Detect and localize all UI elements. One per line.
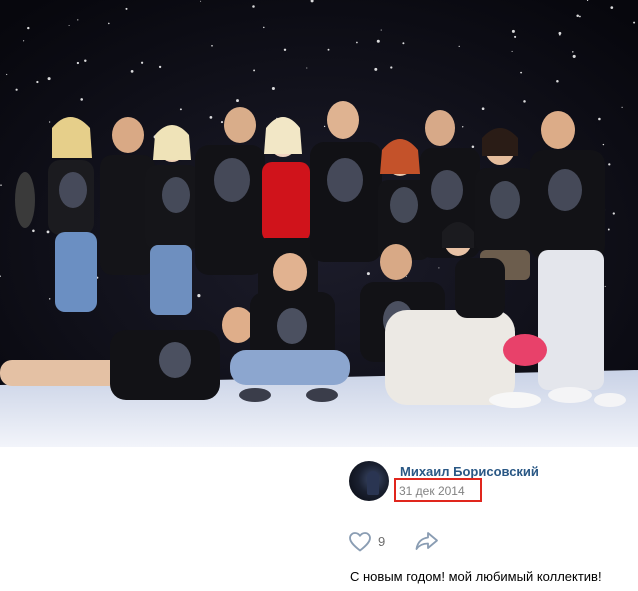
star-dot bbox=[263, 26, 265, 29]
heart-icon bbox=[349, 531, 371, 551]
star-dot bbox=[158, 65, 162, 69]
star-dot bbox=[602, 143, 605, 146]
author-avatar[interactable] bbox=[349, 461, 389, 501]
star-dot bbox=[46, 230, 50, 234]
star-dot bbox=[220, 121, 224, 124]
star-dot bbox=[80, 98, 83, 101]
star-dot bbox=[572, 51, 574, 53]
star-dot bbox=[458, 45, 460, 48]
star-dot bbox=[27, 26, 30, 30]
star-dot bbox=[558, 33, 561, 36]
star-dot bbox=[36, 80, 39, 84]
star-dot bbox=[520, 71, 523, 74]
star-dot bbox=[471, 145, 475, 149]
star-dot bbox=[200, 0, 202, 2]
star-dot bbox=[32, 229, 35, 233]
star-dot bbox=[48, 298, 51, 300]
star-dot bbox=[405, 276, 407, 278]
like-button[interactable]: 9 bbox=[348, 530, 385, 552]
star-dot bbox=[390, 66, 393, 69]
star-dot bbox=[402, 42, 405, 45]
star-dot bbox=[253, 69, 256, 72]
star-dot bbox=[130, 70, 134, 73]
like-count: 9 bbox=[378, 533, 386, 549]
star-dot bbox=[607, 228, 610, 231]
star-dot bbox=[0, 184, 2, 186]
star-dot bbox=[376, 39, 380, 43]
star-dot bbox=[438, 267, 440, 269]
star-dot bbox=[576, 14, 579, 18]
star-dot bbox=[356, 41, 358, 44]
star-dot bbox=[610, 6, 614, 9]
star-dot bbox=[77, 19, 79, 21]
star-dot bbox=[271, 86, 275, 91]
star-dot bbox=[209, 116, 213, 119]
star-dot bbox=[579, 15, 581, 18]
star-dot bbox=[523, 100, 526, 103]
star-dot bbox=[572, 54, 576, 58]
star-dot bbox=[612, 212, 615, 215]
star-dot bbox=[6, 73, 8, 76]
star-dot bbox=[511, 29, 515, 33]
star-dot bbox=[511, 50, 513, 52]
star-dot bbox=[252, 5, 255, 8]
star-dot bbox=[68, 24, 70, 27]
star-dot bbox=[236, 99, 239, 103]
star-dot bbox=[366, 272, 370, 276]
star-dot bbox=[481, 107, 485, 111]
star-dot bbox=[125, 7, 128, 10]
star-dot bbox=[461, 126, 464, 128]
star-dot bbox=[76, 61, 80, 65]
star-dot bbox=[179, 108, 182, 111]
star-dot bbox=[323, 125, 326, 128]
star-dot bbox=[621, 106, 623, 108]
star-dot bbox=[604, 285, 606, 287]
star-dot bbox=[84, 59, 87, 62]
star-dot bbox=[108, 22, 110, 25]
star-dot bbox=[514, 35, 517, 38]
star-dot bbox=[140, 61, 144, 64]
avatar-figure bbox=[367, 471, 379, 495]
star-dot bbox=[380, 29, 382, 31]
group-photo-image bbox=[0, 0, 638, 447]
star-dot bbox=[23, 40, 25, 42]
star-dot bbox=[283, 48, 287, 52]
author-name-link[interactable]: Михаил Борисовский bbox=[400, 464, 539, 479]
star-dot bbox=[211, 44, 213, 47]
star-dot bbox=[598, 117, 601, 121]
star-dot bbox=[374, 67, 378, 71]
star-dot bbox=[633, 21, 636, 24]
star-dot bbox=[48, 121, 51, 123]
date-highlight-box bbox=[394, 478, 482, 502]
post-caption: С новым годом! мой любимый коллектив! bbox=[350, 569, 602, 584]
share-button[interactable] bbox=[414, 530, 440, 552]
star-dot bbox=[327, 48, 330, 51]
star-dot bbox=[15, 88, 18, 91]
star-dot bbox=[556, 79, 559, 83]
star-dot bbox=[608, 163, 611, 166]
share-arrow-icon bbox=[415, 532, 438, 550]
post-photo[interactable] bbox=[0, 0, 638, 447]
star-dot bbox=[197, 294, 201, 298]
empty-area bbox=[0, 447, 336, 591]
star-dot bbox=[306, 67, 308, 69]
star-dot bbox=[47, 77, 51, 81]
